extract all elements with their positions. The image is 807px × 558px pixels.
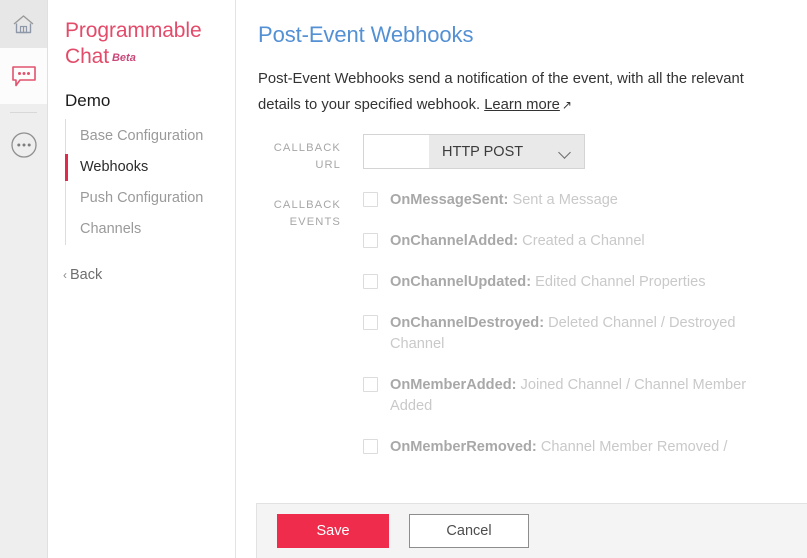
event-label: OnMessageSent: Sent a Message xyxy=(390,190,790,211)
sidebar-item-label: Channels xyxy=(80,221,142,237)
event-description: Edited Channel Properties xyxy=(531,274,706,290)
event-row-onchanneldestroyed[interactable]: OnChannelDestroyed: Deleted Channel / De… xyxy=(363,313,793,355)
icon-rail xyxy=(0,0,48,558)
main-content: Post-Event Webhooks Post-Event Webhooks … xyxy=(236,0,807,558)
event-name: OnMemberRemoved: xyxy=(390,439,537,455)
event-label: OnChannelUpdated: Edited Channel Propert… xyxy=(390,272,790,293)
beta-badge: Beta xyxy=(111,52,136,64)
event-description: Channel Member Removed / xyxy=(536,439,728,455)
product-brand-title: Programmable Chat Beta xyxy=(48,18,235,71)
sidebar-nav: Base Configuration Webhooks Push Configu… xyxy=(65,119,235,245)
app-window: Programmable Chat Beta Demo Base Configur… xyxy=(0,0,807,558)
http-method-value: HTTP POST xyxy=(442,143,524,160)
event-name: OnChannelUpdated: xyxy=(390,274,532,290)
event-name: OnChannelAdded: xyxy=(390,233,519,249)
page-description: Post-Event Webhooks send a notification … xyxy=(258,66,807,118)
home-icon-glyph xyxy=(13,14,34,33)
sidebar-item-label: Base Configuration xyxy=(80,128,204,144)
event-row-onmemberadded[interactable]: OnMemberAdded: Joined Channel / Channel … xyxy=(363,375,793,417)
event-label: OnChannelDestroyed: Deleted Channel / De… xyxy=(390,313,790,355)
event-checkbox[interactable] xyxy=(363,315,378,330)
sidebar: Programmable Chat Beta Demo Base Configur… xyxy=(48,0,236,558)
callback-url-control: HTTP POST xyxy=(363,134,585,169)
callback-url-input[interactable] xyxy=(364,135,429,168)
event-checkbox[interactable] xyxy=(363,377,378,392)
event-label: OnChannelAdded: Created a Channel xyxy=(390,231,790,252)
back-link[interactable]: ‹ Back xyxy=(63,267,235,283)
chevron-left-icon: ‹ xyxy=(63,268,67,282)
event-row-onchanneladded[interactable]: OnChannelAdded: Created a Channel xyxy=(363,231,793,252)
event-description: Created a Channel xyxy=(518,233,645,249)
action-footer: Save Cancel xyxy=(256,503,807,558)
home-icon[interactable] xyxy=(0,0,47,48)
event-name: OnMemberAdded: xyxy=(390,377,517,393)
callback-events-row: Callback Events OnMessageSent: Sent a Me… xyxy=(258,190,807,478)
event-name: OnChannelDestroyed: xyxy=(390,315,545,331)
description-line-2: details to your specified webhook. Learn… xyxy=(258,92,807,118)
event-description: Sent a Message xyxy=(508,192,618,208)
sidebar-section-title: Demo xyxy=(65,91,111,110)
save-button[interactable]: Save xyxy=(277,514,389,548)
event-checkbox[interactable] xyxy=(363,274,378,289)
event-checkbox[interactable] xyxy=(363,233,378,248)
more-icon[interactable] xyxy=(0,117,47,173)
event-row-onmemberremoved[interactable]: OnMemberRemoved: Channel Member Removed … xyxy=(363,437,793,458)
description-line-2-text: details to your specified webhook. xyxy=(258,97,485,113)
page-title: Post-Event Webhooks xyxy=(258,22,474,47)
description-line-1: Post-Event Webhooks send a notification … xyxy=(258,71,744,87)
event-checkbox[interactable] xyxy=(363,439,378,454)
chevron-down-icon xyxy=(559,148,572,156)
callback-url-field-body: HTTP POST xyxy=(363,134,585,169)
event-label: OnMemberRemoved: Channel Member Removed … xyxy=(390,437,790,458)
cancel-button[interactable]: Cancel xyxy=(409,514,529,548)
external-link-arrow-icon: ↗ xyxy=(561,98,572,112)
callback-events-label: Callback Events xyxy=(273,199,341,228)
ellipsis-circle-icon-glyph xyxy=(10,132,37,158)
event-row-onmessagesent[interactable]: OnMessageSent: Sent a Message xyxy=(363,190,793,211)
sidebar-item-base-configuration[interactable]: Base Configuration xyxy=(66,121,235,152)
callback-events-list: OnMessageSent: Sent a Message OnChannelA… xyxy=(363,190,793,478)
event-label: OnMemberAdded: Joined Channel / Channel … xyxy=(390,375,790,417)
event-name: OnMessageSent: xyxy=(390,192,509,208)
learn-more-link[interactable]: Learn more xyxy=(484,97,560,113)
callback-url-row: Callback URL HTTP POST xyxy=(258,134,807,174)
event-row-onchannelupdated[interactable]: OnChannelUpdated: Edited Channel Propert… xyxy=(363,272,793,293)
sidebar-item-label: Push Configuration xyxy=(80,190,204,206)
callback-url-label: Callback URL xyxy=(273,142,341,171)
chat-bubble-icon-glyph xyxy=(11,65,36,86)
sidebar-item-label: Webhooks xyxy=(80,159,149,175)
sidebar-item-channels[interactable]: Channels xyxy=(66,214,235,245)
sidebar-item-push-configuration[interactable]: Push Configuration xyxy=(66,183,235,214)
http-method-select[interactable]: HTTP POST xyxy=(429,135,584,168)
back-label: Back xyxy=(70,267,103,283)
chat-icon[interactable] xyxy=(0,48,47,104)
sidebar-item-webhooks[interactable]: Webhooks xyxy=(65,152,235,183)
event-checkbox[interactable] xyxy=(363,192,378,207)
rail-divider xyxy=(10,112,37,113)
